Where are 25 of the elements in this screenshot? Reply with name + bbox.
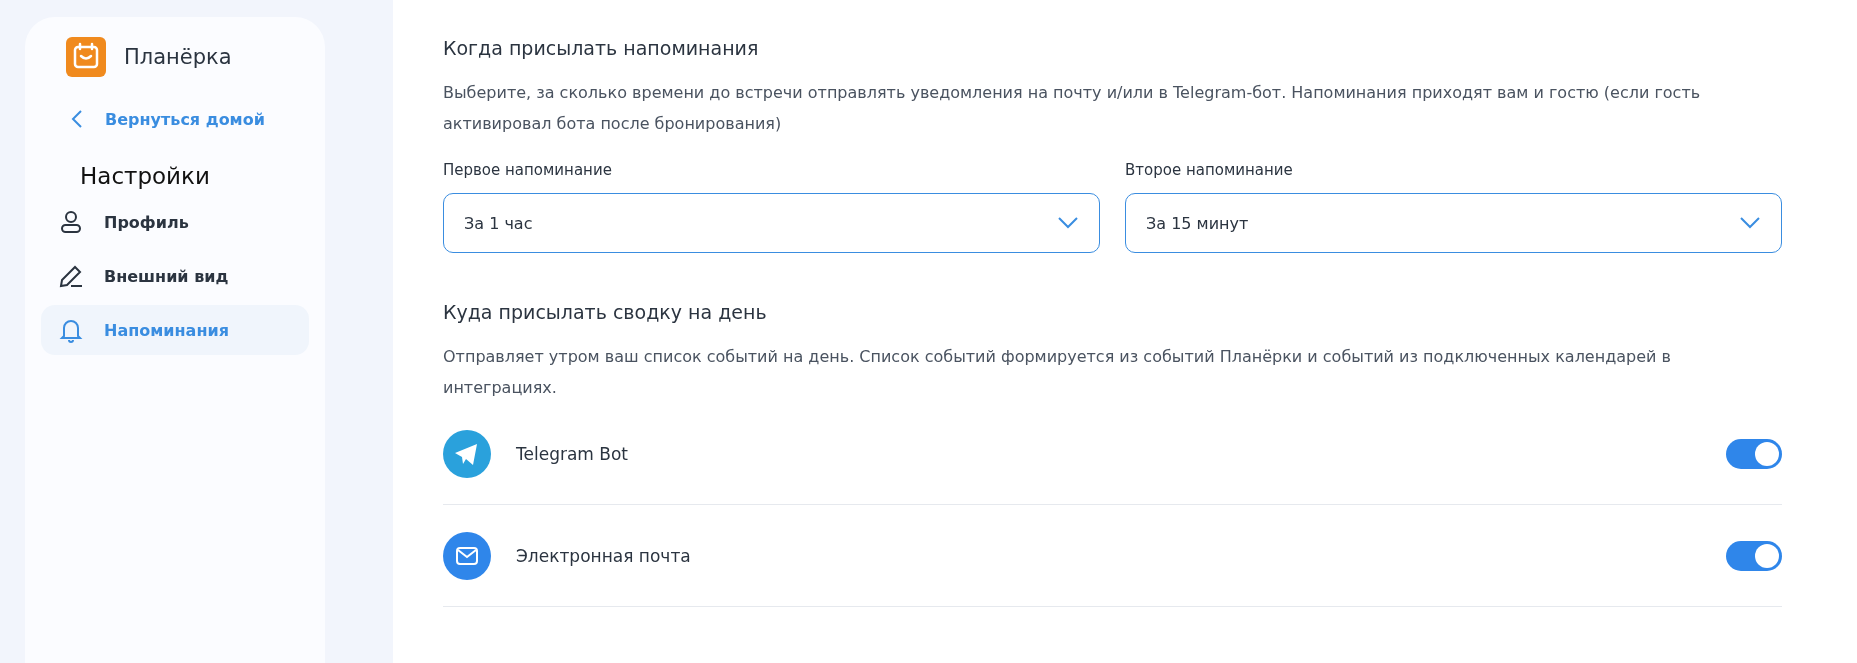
section-title: Куда присылать сводку на день xyxy=(443,301,768,323)
pen-icon xyxy=(58,263,84,289)
chevron-down-icon xyxy=(1057,216,1079,230)
channel-label: Telegram Bot xyxy=(516,443,630,464)
toggle-switch[interactable] xyxy=(1726,540,1782,571)
sidebar-item[interactable]: Внешний вид xyxy=(41,251,309,301)
bell-icon xyxy=(58,317,84,343)
reminder-select[interactable]: За 15 минут xyxy=(1125,193,1782,253)
person-icon xyxy=(58,209,84,235)
section-description: Отправляет утром ваш список событий на день. Список событий формируется из событий Планёрки и событий из подключенных календарей в интеграциях. xyxy=(443,346,1672,399)
chevron-left-icon xyxy=(71,109,83,129)
section-description: Выберите, за сколько времени до встречи отправлять уведомления на почту и/или в Telegram-бот. Напоминания приходят вам и гостю (если гость активировал бота после бронирования) xyxy=(443,82,1702,135)
envelope-icon xyxy=(443,531,491,580)
channel-label: Электронная почта xyxy=(516,545,692,566)
section-title: Когда присылать напоминания xyxy=(443,37,760,59)
sidebar-item[interactable]: Профиль xyxy=(41,197,309,247)
paper-plane-icon xyxy=(443,429,491,478)
settings-heading: Настройки xyxy=(79,163,211,189)
reminder-select[interactable]: За 1 час xyxy=(443,193,1100,253)
chevron-down-icon xyxy=(1739,216,1761,230)
app-name: Планёрка xyxy=(124,45,232,69)
toggle-switch[interactable] xyxy=(1726,438,1782,469)
select-label: Первое напоминание xyxy=(443,161,613,179)
calendar-icon xyxy=(66,37,106,77)
select-label: Второе напоминание xyxy=(1125,161,1294,179)
